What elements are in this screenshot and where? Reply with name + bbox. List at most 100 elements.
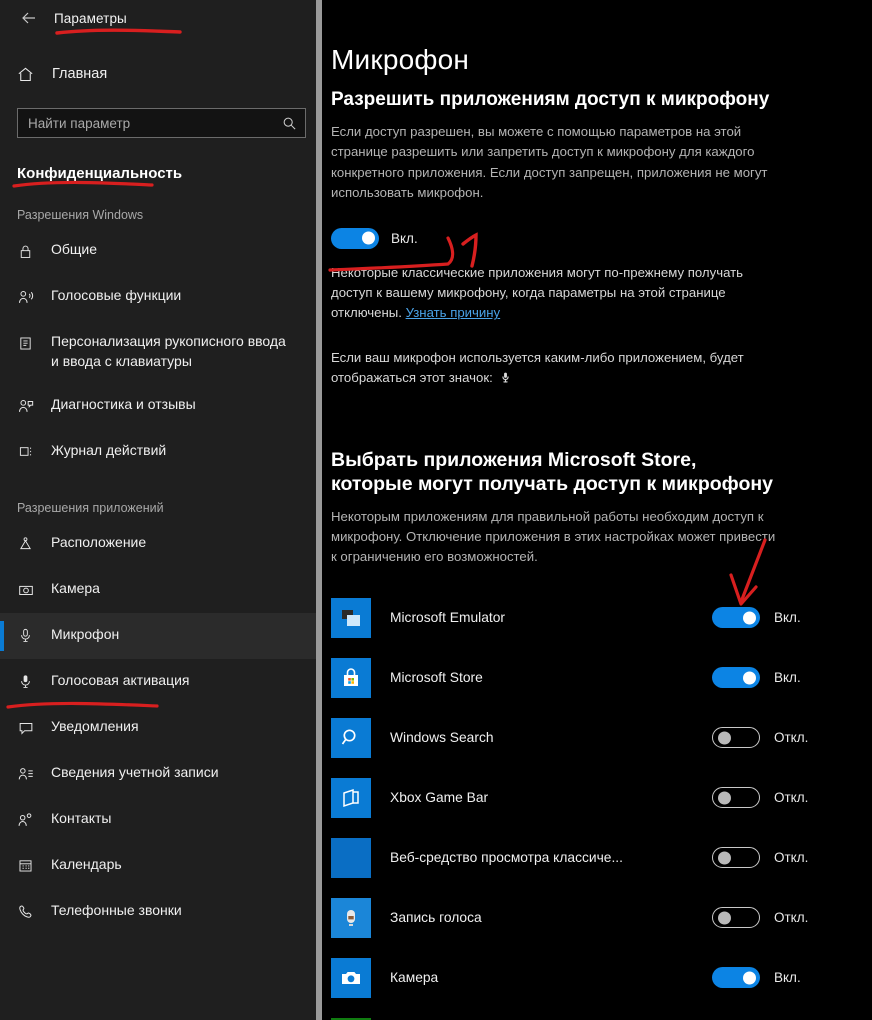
sidebar-item-diagnostika-i-otzyvy[interactable]: Диагностика и отзывы (0, 383, 322, 429)
toggle-knob (743, 671, 756, 685)
emulator-icon (331, 597, 371, 638)
app-toggle-wrap: Вкл. (712, 607, 872, 629)
sidebar-item-label: Календарь (51, 855, 122, 872)
app-toggle-wrap: Вкл. (712, 967, 872, 989)
toggle-knob (718, 731, 731, 745)
sidebar-item-label: Голосовые функции (51, 287, 182, 303)
app-row[interactable]: Xbox Game Bar Откл. (331, 768, 872, 828)
app-toggle-wrap: Откл. (712, 847, 872, 869)
search-box[interactable] (17, 108, 306, 138)
app-title: Параметры (54, 10, 127, 26)
sidebar-item-obshchie[interactable]: Общие (0, 228, 322, 274)
sidebar-item-kalendar[interactable]: Календарь (0, 843, 322, 889)
app-permission-list: Microsoft Emulator Вкл. Microsoft Store … (331, 588, 872, 1020)
app-row[interactable]: Камера Вкл. (331, 948, 872, 1008)
app-row[interactable]: Windows Search Откл. (331, 708, 872, 768)
desktop-apps-note: Некоторые классические приложения могут … (331, 263, 783, 324)
back-arrow-icon[interactable] (12, 3, 46, 33)
app-toggle[interactable] (712, 727, 760, 749)
search-input[interactable] (28, 115, 282, 131)
app-name: Windows Search (390, 730, 494, 746)
notification-icon (17, 717, 47, 739)
sidebar-item-kamera[interactable]: Камера (0, 567, 322, 613)
sidebar-item-label: Уведомления (51, 717, 139, 734)
toggle-knob (743, 611, 756, 625)
sidebar-item-label: Камера (51, 579, 100, 596)
sidebar-item-personalizatsiya-rukopisnogo-vvoda[interactable]: Персонализация рукописного ввода и ввода… (0, 320, 322, 383)
contacts-icon (17, 809, 47, 831)
titlebar: Параметры (0, 0, 322, 36)
app-toggle-wrap: Откл. (712, 907, 872, 929)
mic-indicator-note-text: Если ваш микрофон используется каким-либ… (331, 349, 744, 386)
app-toggle-label: Откл. (774, 910, 809, 926)
app-toggle[interactable] (712, 907, 760, 929)
mic-indicator-note: Если ваш микрофон используется каким-либ… (331, 348, 783, 392)
toggle-knob (718, 851, 731, 865)
sidebar-item-uvedomleniya[interactable]: Уведомления (0, 705, 322, 751)
microphone-access-toggle-label: Вкл. (391, 230, 418, 246)
section2-description: Некоторым приложениям для правильной раб… (331, 508, 776, 565)
content-pane: Микрофон Разрешить приложениям доступ к … (322, 0, 872, 1020)
activity-history-icon (17, 441, 47, 463)
search-icon[interactable] (282, 116, 297, 131)
app-row[interactable]: Компаньон консоли Xbox Откл. (331, 1008, 872, 1020)
app-name: Microsoft Store (390, 670, 483, 686)
sidebar-item-zhurnal-deystviy[interactable]: Журнал действий (0, 429, 322, 475)
sidebar-item-label: Телефонные звонки (51, 901, 182, 918)
app-toggle[interactable] (712, 667, 760, 689)
home-icon (16, 65, 46, 84)
microphone-icon (17, 625, 47, 647)
app-name: Камера (390, 970, 439, 986)
app-name: Microsoft Emulator (390, 610, 506, 626)
app-toggle-wrap: Откл. (712, 787, 872, 809)
learn-why-link[interactable]: Узнать причину (406, 305, 501, 320)
game-bar-icon (331, 777, 371, 818)
app-toggle-label: Вкл. (774, 670, 801, 686)
sidebar-item-label: Микрофон (51, 625, 120, 642)
sidebar-item-label: Общие (51, 241, 98, 257)
sidebar-item-raspolozhenie[interactable]: Расположение (0, 521, 322, 567)
sidebar-home-label: Главная (52, 66, 108, 82)
clipboard-pen-icon (17, 332, 47, 354)
sidebar-item-label: Контакты (51, 809, 112, 826)
blank-blue-icon (331, 837, 371, 878)
app-toggle-label: Откл. (774, 730, 809, 746)
voice-recorder-icon (331, 897, 371, 938)
app-row[interactable]: Microsoft Emulator Вкл. (331, 588, 872, 648)
microphone-access-toggle-row: Вкл. (331, 227, 872, 249)
toggle-knob (718, 791, 731, 805)
sidebar-item-mikrofon[interactable]: Микрофон (0, 612, 322, 659)
sidebar: Параметры Главная Конфиденциальность Раз… (0, 0, 322, 1020)
desktop-apps-note-text: Некоторые классические приложения могут … (331, 264, 744, 321)
sidebar-item-golosovaya-aktivatsiya[interactable]: Голосовая активация (0, 659, 322, 705)
toggle-knob (718, 911, 731, 925)
app-row[interactable]: Запись голоса Откл. (331, 888, 872, 948)
app-toggle[interactable] (712, 787, 760, 809)
app-toggle[interactable] (712, 607, 760, 629)
app-toggle-wrap: Откл. (712, 727, 872, 749)
app-toggle[interactable] (712, 967, 760, 989)
page-title: Микрофон (331, 44, 470, 75)
sidebar-item-svedeniya-uchetnoy-zapisi[interactable]: Сведения учетной записи (0, 751, 322, 797)
sidebar-item-kontakty[interactable]: Контакты (0, 797, 322, 843)
sidebar-item-label: Расположение (51, 533, 147, 550)
voice-person-icon (17, 286, 47, 308)
app-row[interactable]: Веб-средство просмотра классиче... Откл. (331, 828, 872, 888)
sidebar-category-title: Конфиденциальность (17, 165, 183, 182)
app-toggle-label: Откл. (774, 790, 809, 806)
sidebar-item-golosovye-funktsii[interactable]: Голосовые функции (0, 274, 322, 320)
section2-heading: Выбрать приложения Microsoft Store, кото… (331, 448, 773, 496)
app-toggle-label: Откл. (774, 850, 809, 866)
microphone-access-toggle[interactable] (331, 227, 379, 249)
sidebar-item-telefonnye-zvonki[interactable]: Телефонные звонки (0, 889, 322, 935)
sidebar-item-label: Журнал действий (51, 441, 167, 458)
settings-window: Параметры Главная Конфиденциальность Раз… (0, 0, 872, 1020)
sidebar-item-home[interactable]: Главная (0, 54, 322, 94)
microphone-indicator-icon (499, 370, 512, 391)
app-row[interactable]: Microsoft Store Вкл. (331, 648, 872, 708)
store-bag-icon (331, 657, 371, 698)
account-info-icon (17, 763, 47, 785)
calendar-icon (17, 855, 47, 877)
camera-icon (17, 579, 47, 601)
app-toggle[interactable] (712, 847, 760, 869)
